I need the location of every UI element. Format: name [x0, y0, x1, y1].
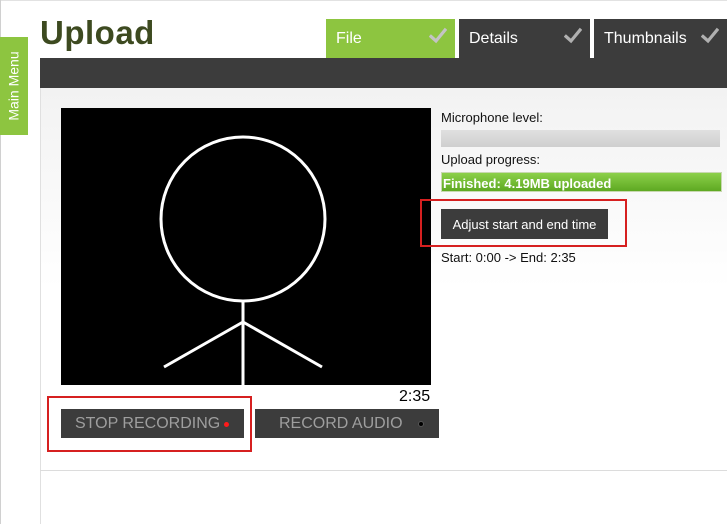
record-audio-button[interactable]: RECORD AUDIO [255, 409, 439, 438]
main-menu-tab[interactable]: Main Menu [0, 37, 28, 135]
stop-recording-highlight [47, 396, 252, 452]
time-range-text: Start: 0:00 -> End: 2:35 [441, 250, 576, 265]
tab-details-label: Details [469, 29, 518, 47]
adjust-time-highlight [420, 199, 627, 247]
main-menu-label: Main Menu [6, 51, 23, 121]
checkmark-icon [564, 27, 582, 44]
upload-progress-label: Upload progress: [441, 152, 540, 167]
tab-details[interactable]: Details [459, 19, 590, 58]
checkmark-icon [701, 27, 719, 44]
tab-thumbnails[interactable]: Thumbnails [594, 19, 727, 58]
stick-figure-drawing [159, 135, 327, 385]
microphone-level-meter [441, 130, 720, 147]
panel-divider [40, 470, 727, 471]
microphone-level-label: Microphone level: [441, 110, 543, 125]
checkmark-icon [429, 27, 447, 44]
record-audio-label: RECORD AUDIO [279, 414, 403, 432]
page-title: Upload [40, 14, 155, 51]
window-top-border [0, 0, 727, 1]
black-dot-icon [418, 421, 424, 427]
recording-timer: 2:35 [399, 388, 431, 405]
tab-thumbnails-label: Thumbnails [604, 29, 687, 47]
tab-file-label: File [336, 29, 362, 47]
video-preview [61, 108, 431, 385]
footer-border [40, 471, 41, 524]
upload-progress-bar: Finished: 4.19MB uploaded [441, 172, 722, 192]
upload-progress-text: Finished: 4.19MB uploaded [443, 176, 612, 191]
header-bar [40, 58, 727, 88]
tab-file[interactable]: File [326, 19, 455, 58]
